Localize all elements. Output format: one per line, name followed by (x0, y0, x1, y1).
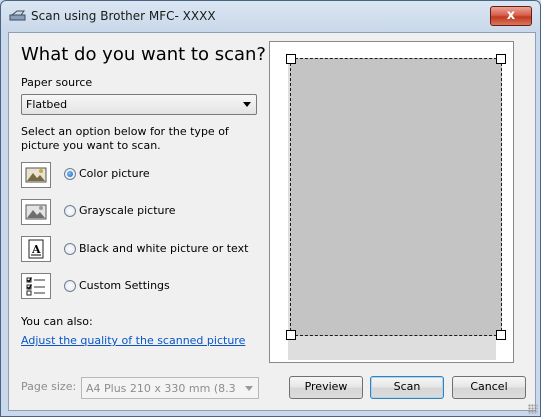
window-title: Scan using Brother MFC- XXXX (31, 9, 216, 23)
bw-text-icon[interactable]: A (21, 236, 51, 262)
custom-settings-label[interactable]: Custom Settings (79, 279, 170, 292)
scan-button[interactable]: Scan (370, 376, 444, 399)
chevron-down-icon (243, 102, 251, 107)
adjust-quality-link[interactable]: Adjust the quality of the scanned pictur… (21, 334, 245, 347)
resize-handle-top-left[interactable] (286, 54, 296, 64)
custom-settings-icon[interactable] (21, 273, 51, 299)
preview-button[interactable]: Preview (289, 376, 363, 399)
paper-source-select[interactable]: Flatbed (21, 94, 257, 115)
cancel-button[interactable]: Cancel (452, 376, 526, 399)
scan-area-selection[interactable] (290, 58, 502, 336)
scanner-icon (9, 10, 26, 21)
bw-picture-radio[interactable] (64, 243, 76, 255)
page-size-select: A4 Plus 210 x 330 mm (8.3 x 13 i (81, 377, 259, 399)
color-picture-label[interactable]: Color picture (79, 167, 150, 180)
svg-text:A: A (31, 243, 41, 256)
resize-handle-bottom-right[interactable] (496, 330, 506, 340)
chevron-down-icon (245, 386, 253, 391)
close-button[interactable]: x (490, 6, 532, 26)
instruction-text: Select an option below for the type of p… (21, 125, 229, 152)
grayscale-picture-radio[interactable] (64, 205, 76, 217)
paper-source-value: Flatbed (26, 98, 68, 111)
page-size-value: A4 Plus 210 x 330 mm (8.3 x 13 i (86, 382, 238, 395)
scan-dialog: Scan using Brother MFC- XXXX x What do y… (0, 0, 541, 417)
resize-handle-top-right[interactable] (496, 54, 506, 64)
resize-grip-icon[interactable] (528, 404, 538, 414)
grayscale-picture-label[interactable]: Grayscale picture (79, 204, 176, 217)
grayscale-photo-icon[interactable] (21, 199, 51, 225)
bw-picture-label[interactable]: Black and white picture or text (79, 242, 248, 255)
custom-settings-radio[interactable] (64, 280, 76, 292)
scan-preview-pane[interactable] (269, 41, 514, 363)
page-title: What do you want to scan? (21, 44, 266, 65)
you-can-also-label: You can also: (21, 315, 93, 328)
title-bar[interactable]: Scan using Brother MFC- XXXX x (1, 1, 540, 31)
dialog-body: What do you want to scan? Paper source F… (8, 32, 536, 411)
page-size-label: Page size: (21, 380, 77, 393)
resize-handle-bottom-left[interactable] (286, 330, 296, 340)
color-photo-icon[interactable] (21, 162, 51, 188)
paper-source-label: Paper source (21, 76, 93, 89)
color-picture-radio[interactable] (64, 168, 76, 180)
